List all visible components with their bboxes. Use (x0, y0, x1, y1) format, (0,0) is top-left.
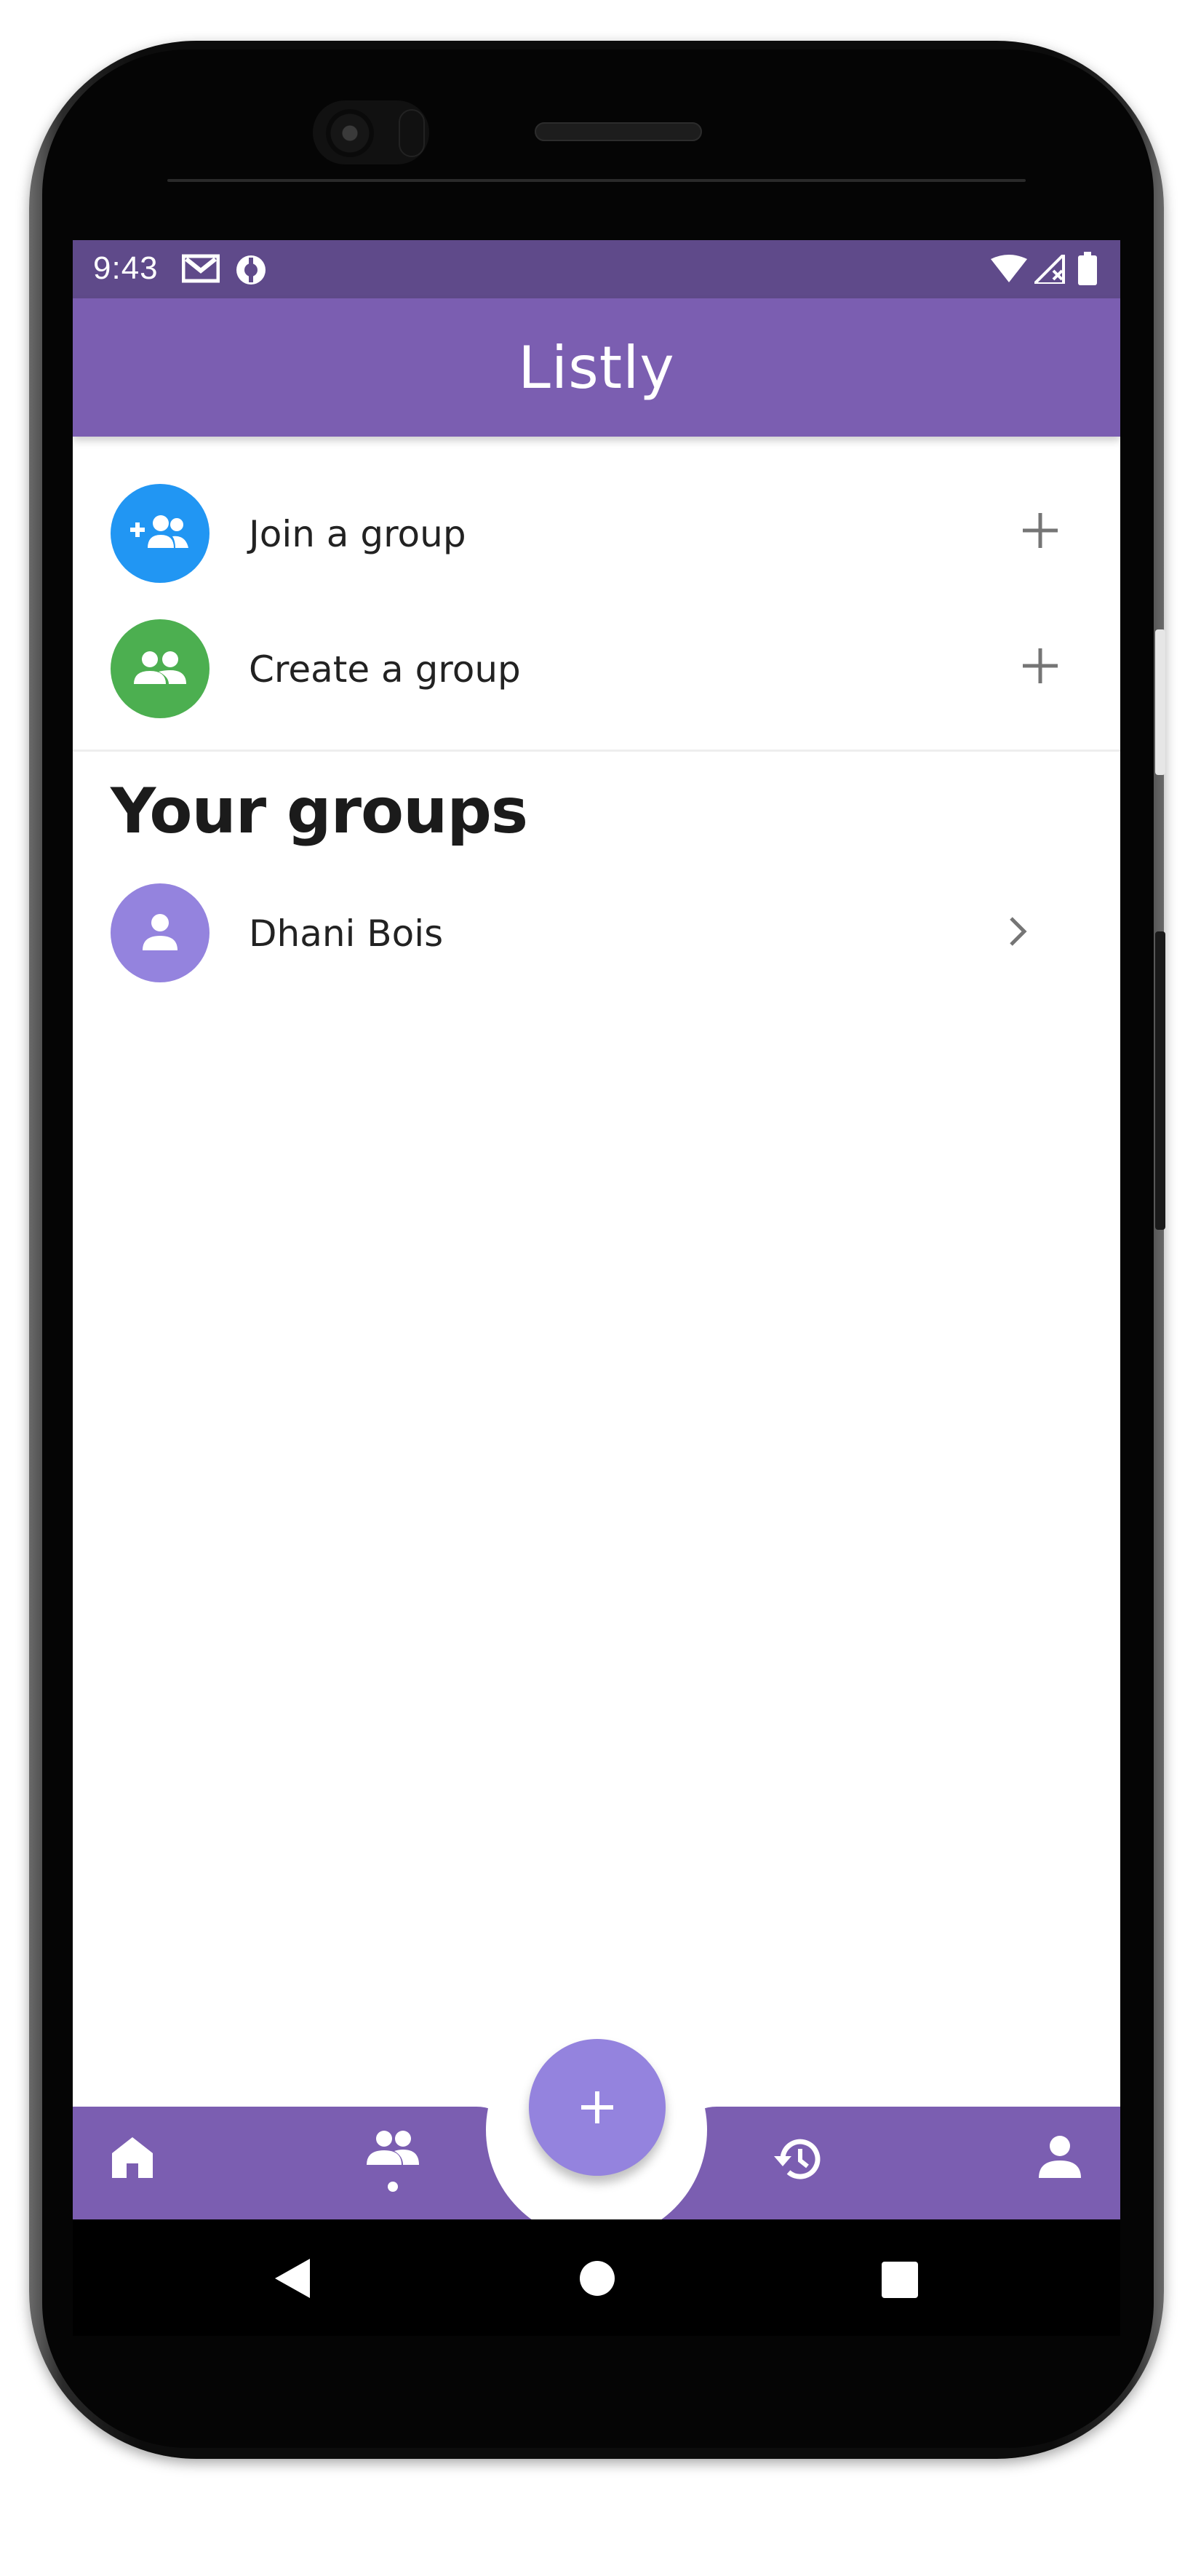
sensor-icon (399, 109, 425, 157)
section-divider (73, 750, 1120, 752)
add-fab-button[interactable] (529, 2039, 666, 2176)
person-icon (111, 883, 210, 982)
screen-content: Join a group Create a group Your groups (73, 240, 1120, 2219)
profile-icon[interactable] (1037, 2134, 1082, 2179)
create-group-option[interactable]: Create a group (73, 603, 1120, 734)
group-name: Dhani Bois (249, 913, 444, 955)
plus-icon[interactable] (1018, 509, 1062, 556)
group-add-icon (111, 484, 210, 583)
earpiece-speaker (535, 122, 702, 141)
volume-button (1155, 931, 1165, 1230)
power-button (1155, 629, 1165, 775)
group-list-item[interactable]: Dhani Bois (73, 867, 1120, 998)
bottom-nav (73, 2019, 1120, 2219)
home-circle-icon[interactable] (579, 2260, 615, 2300)
front-camera-icon (326, 109, 374, 157)
chevron-right-icon[interactable] (1004, 911, 1033, 955)
your-groups-heading: Your groups (111, 775, 528, 848)
back-icon[interactable] (274, 2257, 311, 2303)
home-icon[interactable] (109, 2134, 156, 2181)
history-icon[interactable] (771, 2134, 823, 2184)
groups-icon[interactable] (362, 2128, 423, 2195)
join-group-option[interactable]: Join a group (73, 468, 1120, 599)
create-group-label: Create a group (249, 648, 521, 691)
recents-icon[interactable] (882, 2262, 918, 2302)
screen-glass-edge (167, 179, 1026, 182)
group-icon (111, 619, 210, 718)
plus-icon[interactable] (1018, 644, 1062, 691)
system-nav-bar (73, 2219, 1120, 2336)
join-group-label: Join a group (249, 513, 466, 555)
